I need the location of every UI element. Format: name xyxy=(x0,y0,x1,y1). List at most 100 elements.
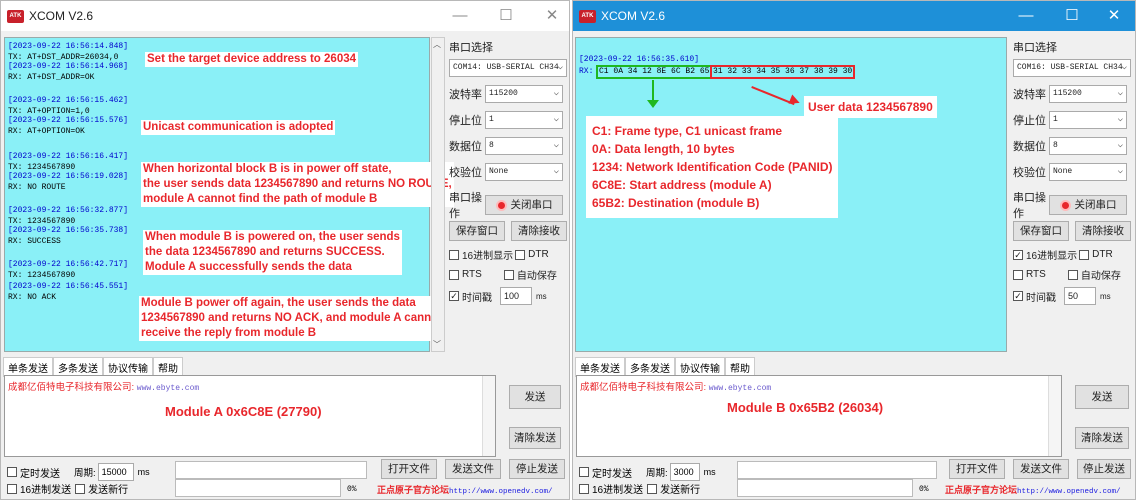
send-company-text: 成都亿佰特电子科技有限公司: xyxy=(8,382,135,393)
send-tab[interactable]: 帮助 xyxy=(725,357,755,377)
send-file-button[interactable]: 发送文件 xyxy=(445,459,501,479)
hex-display-checkbox[interactable]: 16进制显示 xyxy=(449,247,513,262)
annotation-4: When module B is powered on, the user se… xyxy=(143,230,402,275)
log-data: RX: NO ACK xyxy=(8,293,57,302)
send-tab[interactable]: 多条发送 xyxy=(625,357,675,377)
open-file-button[interactable]: 打开文件 xyxy=(949,459,1005,479)
clear-receive-button[interactable]: 清除接收 xyxy=(511,221,567,241)
scroll-up-icon[interactable]: ︿ xyxy=(433,39,441,50)
close-icon[interactable]: ✕ xyxy=(1091,1,1135,31)
send-scrollbar[interactable] xyxy=(482,376,495,456)
save-window-button[interactable]: 保存窗口 xyxy=(449,221,505,241)
send-text-area[interactable]: 成都亿佰特电子科技有限公司: www.ebyte.com Module B 0x… xyxy=(576,375,1062,457)
send-tab[interactable]: 协议传输 xyxy=(675,357,725,377)
timestamp-checkbox[interactable]: ✓ 时间戳 xyxy=(449,289,492,304)
period-input[interactable]: 3000 xyxy=(669,463,700,481)
send-tab[interactable]: 多条发送 xyxy=(53,357,103,377)
send-tab[interactable]: 帮助 xyxy=(153,357,183,377)
module-a-label: Module A 0x6C8E (27790) xyxy=(165,404,322,419)
receive-area[interactable]: [2023-09-22 16:56:35.610] RX: C1 0A 34 1… xyxy=(575,37,1007,352)
xcom-logo-icon: ATK xyxy=(7,9,24,23)
hex-display-checkbox[interactable]: ✓ 16进制显示 xyxy=(1013,247,1077,262)
window-title: XCOM V2.6 xyxy=(601,9,666,23)
send-tab[interactable]: 协议传输 xyxy=(103,357,153,377)
send-file-button[interactable]: 发送文件 xyxy=(1013,459,1069,479)
send-newline-checkbox[interactable]: 发送新行 xyxy=(647,481,700,496)
autosave-checkbox[interactable]: 自动保存 xyxy=(503,267,557,282)
send-button[interactable]: 发送 xyxy=(1075,385,1129,409)
send-url-text: www.ebyte.com xyxy=(708,384,772,393)
close-port-button[interactable]: 关闭串口 xyxy=(485,195,563,215)
progress-percent: 0% xyxy=(347,485,357,494)
period-label: 周期: xyxy=(74,468,96,479)
close-port-button[interactable]: 关闭串口 xyxy=(1049,195,1127,215)
dtr-checkbox[interactable]: DTR xyxy=(515,249,549,260)
timestamp-interval-input[interactable]: 100 xyxy=(500,287,532,305)
stop-send-button[interactable]: 停止发送 xyxy=(1077,459,1131,479)
send-text-area[interactable]: 成都亿佰特电子科技有限公司: www.ebyte.com Module A 0x… xyxy=(4,375,496,457)
port-op-label: 串口操作 xyxy=(449,192,482,220)
forum-link[interactable]: 正点原子官方论坛http://www.openedv.com/ xyxy=(377,483,553,496)
frame-notes: C1: Frame type, C1 unicast frame 0A: Data… xyxy=(586,116,839,218)
receive-area[interactable]: [2023-09-22 16:56:14.848] TX: AT+DST_ADDR… xyxy=(4,37,454,352)
ms-unit: ms xyxy=(536,291,547,301)
send-tab[interactable]: 单条发送 xyxy=(3,357,53,377)
progress-bar xyxy=(175,479,341,497)
clear-receive-button[interactable]: 清除接收 xyxy=(1075,221,1131,241)
port-select[interactable]: COM16: USB-SERIAL CH34 xyxy=(1013,59,1131,77)
timed-send-checkbox[interactable]: 定时发送 xyxy=(7,465,60,480)
timestamp-interval-input[interactable]: 50 xyxy=(1064,287,1096,305)
baud-select[interactable]: 115200 xyxy=(485,85,563,103)
data-bits-select[interactable]: 8 xyxy=(485,137,563,155)
send-options-row: 16进制发送 发送新行 xyxy=(579,481,700,496)
data-bits-select[interactable]: 8 xyxy=(1049,137,1127,155)
period-input[interactable]: 15000 xyxy=(97,463,134,481)
clear-send-button[interactable]: 清除发送 xyxy=(509,427,561,449)
port-select[interactable]: COM14: USB-SERIAL CH34 xyxy=(449,59,567,77)
ms-unit: ms xyxy=(1100,291,1111,301)
autosave-checkbox[interactable]: 自动保存 xyxy=(1067,267,1121,282)
timed-send-checkbox[interactable]: 定时发送 xyxy=(579,465,632,480)
baud-select[interactable]: 115200 xyxy=(1049,85,1127,103)
parity-label: 校验位 xyxy=(1013,167,1046,179)
save-window-button[interactable]: 保存窗口 xyxy=(1013,221,1069,241)
log-timestamp: [2023-09-22 16:56:42.717] xyxy=(8,260,129,269)
red-arrow-head-icon xyxy=(788,94,802,108)
period-unit: ms xyxy=(703,467,716,477)
title-bar: ATK XCOM V2.6 — ☐ ✕ xyxy=(1,1,569,31)
clear-send-button[interactable]: 清除发送 xyxy=(1075,427,1129,449)
annotation-line: module A cannot find the path of module … xyxy=(143,193,378,205)
annotation-line: 1234567890 and returns NO ACK, and modul… xyxy=(141,312,442,324)
annotation-line: receive the reply from module B xyxy=(141,327,317,339)
send-scrollbar[interactable] xyxy=(1048,376,1061,456)
timestamp-checkbox[interactable]: ✓ 时间戳 xyxy=(1013,289,1056,304)
parity-select[interactable]: None xyxy=(1049,163,1127,181)
open-file-button[interactable]: 打开文件 xyxy=(381,459,437,479)
scroll-down-icon[interactable]: ﹀ xyxy=(433,339,441,350)
send-tab[interactable]: 单条发送 xyxy=(575,357,625,377)
frame-note-line: 0A: Data length, 10 bytes xyxy=(592,142,735,156)
close-port-label: 关闭串口 xyxy=(1074,199,1117,211)
forum-link[interactable]: 正点原子官方论坛http://www.openedv.com/ xyxy=(945,483,1121,496)
hex-send-checkbox[interactable]: 16进制发送 xyxy=(579,481,643,496)
stop-label: 停止位 xyxy=(1013,115,1046,127)
maximize-icon[interactable]: ☐ xyxy=(483,1,529,31)
minimize-icon[interactable]: — xyxy=(437,1,483,31)
port-label: 串口选择 xyxy=(449,42,493,54)
rts-checkbox[interactable]: RTS xyxy=(449,269,482,280)
close-icon[interactable]: ✕ xyxy=(529,1,569,31)
rts-checkbox[interactable]: RTS xyxy=(1013,269,1046,280)
log-data: TX: 1234567890 xyxy=(8,217,76,226)
hex-send-checkbox[interactable]: 16进制发送 xyxy=(7,481,71,496)
annotation-line: the user sends data 1234567890 and retur… xyxy=(143,178,452,190)
minimize-icon[interactable]: — xyxy=(1003,1,1049,31)
maximize-icon[interactable]: ☐ xyxy=(1049,1,1095,31)
parity-select[interactable]: None xyxy=(485,163,563,181)
send-newline-checkbox[interactable]: 发送新行 xyxy=(75,481,128,496)
receive-scrollbar[interactable]: ︿ ﹀ xyxy=(431,37,445,352)
send-button[interactable]: 发送 xyxy=(509,385,561,409)
stop-send-button[interactable]: 停止发送 xyxy=(509,459,565,479)
stop-select[interactable]: 1 xyxy=(1049,111,1127,129)
dtr-checkbox[interactable]: DTR xyxy=(1079,249,1113,260)
stop-select[interactable]: 1 xyxy=(485,111,563,129)
